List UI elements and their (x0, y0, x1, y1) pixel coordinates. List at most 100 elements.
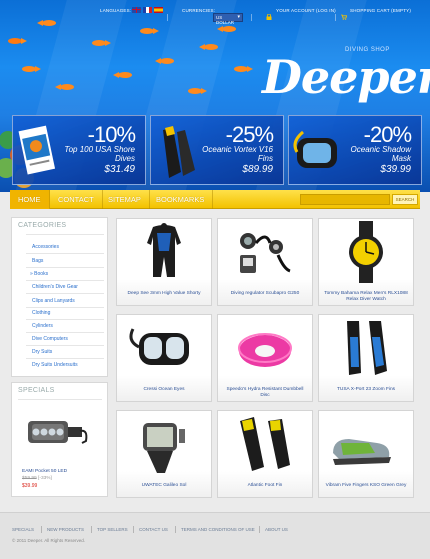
french-flag-icon[interactable] (143, 7, 152, 13)
product-card[interactable]: TUSA X-Port 23 Zoom Fins (318, 314, 414, 402)
discount-badge: [-33%] (38, 476, 52, 481)
divider (251, 14, 252, 21)
wetsuit-image (147, 223, 181, 277)
regulator-image (240, 233, 291, 273)
divider (259, 526, 260, 533)
shopping-cart-link[interactable]: SHOPPING CART (EMPTY) (350, 8, 411, 13)
product-name[interactable]: Atlantic Foot Fin (222, 483, 308, 489)
currencies-label: CURRENCIES: (182, 8, 216, 13)
footer-link-contact-us[interactable]: CONTACT US (139, 527, 168, 532)
product-name[interactable]: Vibram Five Fingers KSO Green Grey (323, 483, 409, 489)
footer-link-terms[interactable]: TERMS AND CONDITIONS OF USE (181, 527, 255, 532)
category-link[interactable]: Dive Computers (32, 336, 68, 342)
top-utility-bar: LANGUAGES: CURRENCIES: US Dollar YOUR AC… (0, 5, 430, 25)
category-link[interactable]: Dry Suits (32, 349, 52, 355)
category-link[interactable]: Cylinders (32, 323, 53, 329)
footer-link-new-products[interactable]: NEW PRODUCTS (47, 527, 84, 532)
languages-label: LANGUAGES: (100, 8, 132, 13)
category-link[interactable]: Clothing (32, 310, 50, 316)
footer-link-top-sellers[interactable]: TOP SELLERS (97, 527, 128, 532)
spanish-flag-icon[interactable] (154, 7, 163, 13)
nav-contact[interactable]: CONTACT (50, 190, 103, 209)
fish-decoration (234, 66, 253, 72)
product-name[interactable]: Speedo's Hydra Resistant Dumbbell Disc (222, 387, 308, 399)
banner-description: Oceanic Shadow Mask (350, 145, 411, 163)
site-logo[interactable]: Deeper (262, 50, 430, 104)
product-card[interactable]: Deep See 3mm High Value Shorty (116, 218, 212, 306)
fish-decoration (8, 38, 27, 44)
footer: SPECIALS NEW PRODUCTS TOP SELLERS CONTAC… (0, 512, 430, 559)
cart-icon (341, 14, 347, 20)
categories-title: CATEGORIES (18, 222, 67, 229)
dumbbell-disc-image (238, 333, 292, 367)
product-card[interactable]: Vibram Five Fingers KSO Green Grey (318, 410, 414, 498)
divider (26, 332, 104, 333)
fish-decoration (199, 44, 218, 50)
product-card[interactable]: Cressi Ocean Eyes (116, 314, 212, 402)
promo-banner-mask[interactable]: -20% Oceanic Shadow Mask $39.99 (288, 115, 422, 185)
banner-description: Oceanic Vortex V16 Fins (202, 145, 273, 163)
new-price: $39.99 (22, 483, 38, 489)
category-link[interactable]: Clips and Lanyards (32, 298, 75, 304)
divider (26, 319, 104, 320)
divider (335, 14, 336, 21)
category-link[interactable]: Bags (32, 258, 43, 264)
currency-select[interactable]: US Dollar (213, 13, 243, 25)
product-name[interactable]: Diving regulator Scubapro G250 (222, 291, 308, 297)
fins-image (347, 321, 387, 375)
promo-banner-book[interactable]: -10% Top 100 USA Shore Dives $31.49 (12, 115, 146, 185)
fish-decoration (113, 72, 132, 78)
search-button[interactable]: SEARCH (392, 194, 418, 205)
fish-decoration (188, 88, 207, 94)
promo-banner-fins[interactable]: -25% Oceanic Vortex V16 Fins $89.99 (150, 115, 284, 185)
footer-link-about-us[interactable]: ABOUT US (265, 527, 288, 532)
product-card[interactable]: Speedo's Hydra Resistant Dumbbell Disc (217, 314, 313, 402)
nav-home[interactable]: HOME (10, 190, 50, 209)
banner-price: $31.49 (104, 164, 135, 175)
nav-sitemap[interactable]: SITEMAP (100, 190, 150, 209)
special-product-name[interactable]: EAMI Pocket 50 LED (22, 469, 67, 474)
banner-price: $39.99 (380, 164, 411, 175)
divider (26, 307, 104, 308)
search-input[interactable] (300, 194, 390, 205)
product-name[interactable]: UWATEC Galileo Sol (121, 483, 207, 489)
divider (26, 234, 104, 235)
specials-box: SPECIALS EAMI Pocket 50 LED $59.99 [-33%… (11, 382, 108, 497)
product-card[interactable]: UWATEC Galileo Sol (116, 410, 212, 498)
copyright-text: © 2011 Deeper. All Rights Reserved. (12, 538, 86, 543)
header-banner: LANGUAGES: CURRENCIES: US Dollar YOUR AC… (0, 0, 430, 192)
divider (91, 526, 92, 533)
account-link[interactable]: YOUR ACCOUNT (LOG IN) (276, 8, 336, 13)
fish-decoration (217, 26, 236, 32)
english-flag-icon[interactable] (132, 7, 141, 13)
product-card[interactable]: Atlantic Foot Fin (217, 410, 313, 498)
product-name[interactable]: TUSA X-Port 23 Zoom Fins (323, 387, 409, 393)
footer-link-specials[interactable]: SPECIALS (12, 527, 34, 532)
main-nav: HOME CONTACT SITEMAP BOOKMARKS SEARCH (10, 190, 420, 209)
category-link[interactable]: Accessories (32, 244, 59, 250)
category-link[interactable]: Children's Dive Gear (32, 284, 78, 290)
divider (26, 293, 104, 294)
product-name[interactable]: Tommy Bahama Relax Men's RLX1088 Relax D… (323, 291, 409, 303)
product-card[interactable]: Tommy Bahama Relax Men's RLX1088 Relax D… (318, 218, 414, 306)
divider (175, 526, 176, 533)
book-cover-image (18, 125, 56, 175)
product-card[interactable]: Diving regulator Scubapro G250 (217, 218, 313, 306)
nav-bookmarks[interactable]: BOOKMARKS (148, 190, 214, 209)
divider (26, 253, 104, 254)
category-link[interactable]: Dry Suits Undersuits (32, 362, 78, 368)
old-price: $59.99 (22, 476, 37, 481)
banner-description: Top 100 USA Shore Dives (64, 145, 135, 163)
fish-decoration (37, 20, 56, 26)
divider (26, 345, 104, 346)
special-product-image[interactable] (22, 411, 98, 457)
category-link-selected[interactable]: » Books (30, 271, 48, 277)
lock-icon (266, 14, 272, 20)
divider (26, 267, 104, 268)
dive-mask-image (129, 328, 189, 365)
fish-decoration (140, 28, 159, 34)
fish-decoration (55, 84, 74, 90)
fish-decoration (155, 58, 174, 64)
product-name[interactable]: Deep See 3mm High Value Shorty (121, 291, 207, 297)
product-name[interactable]: Cressi Ocean Eyes (121, 387, 207, 393)
